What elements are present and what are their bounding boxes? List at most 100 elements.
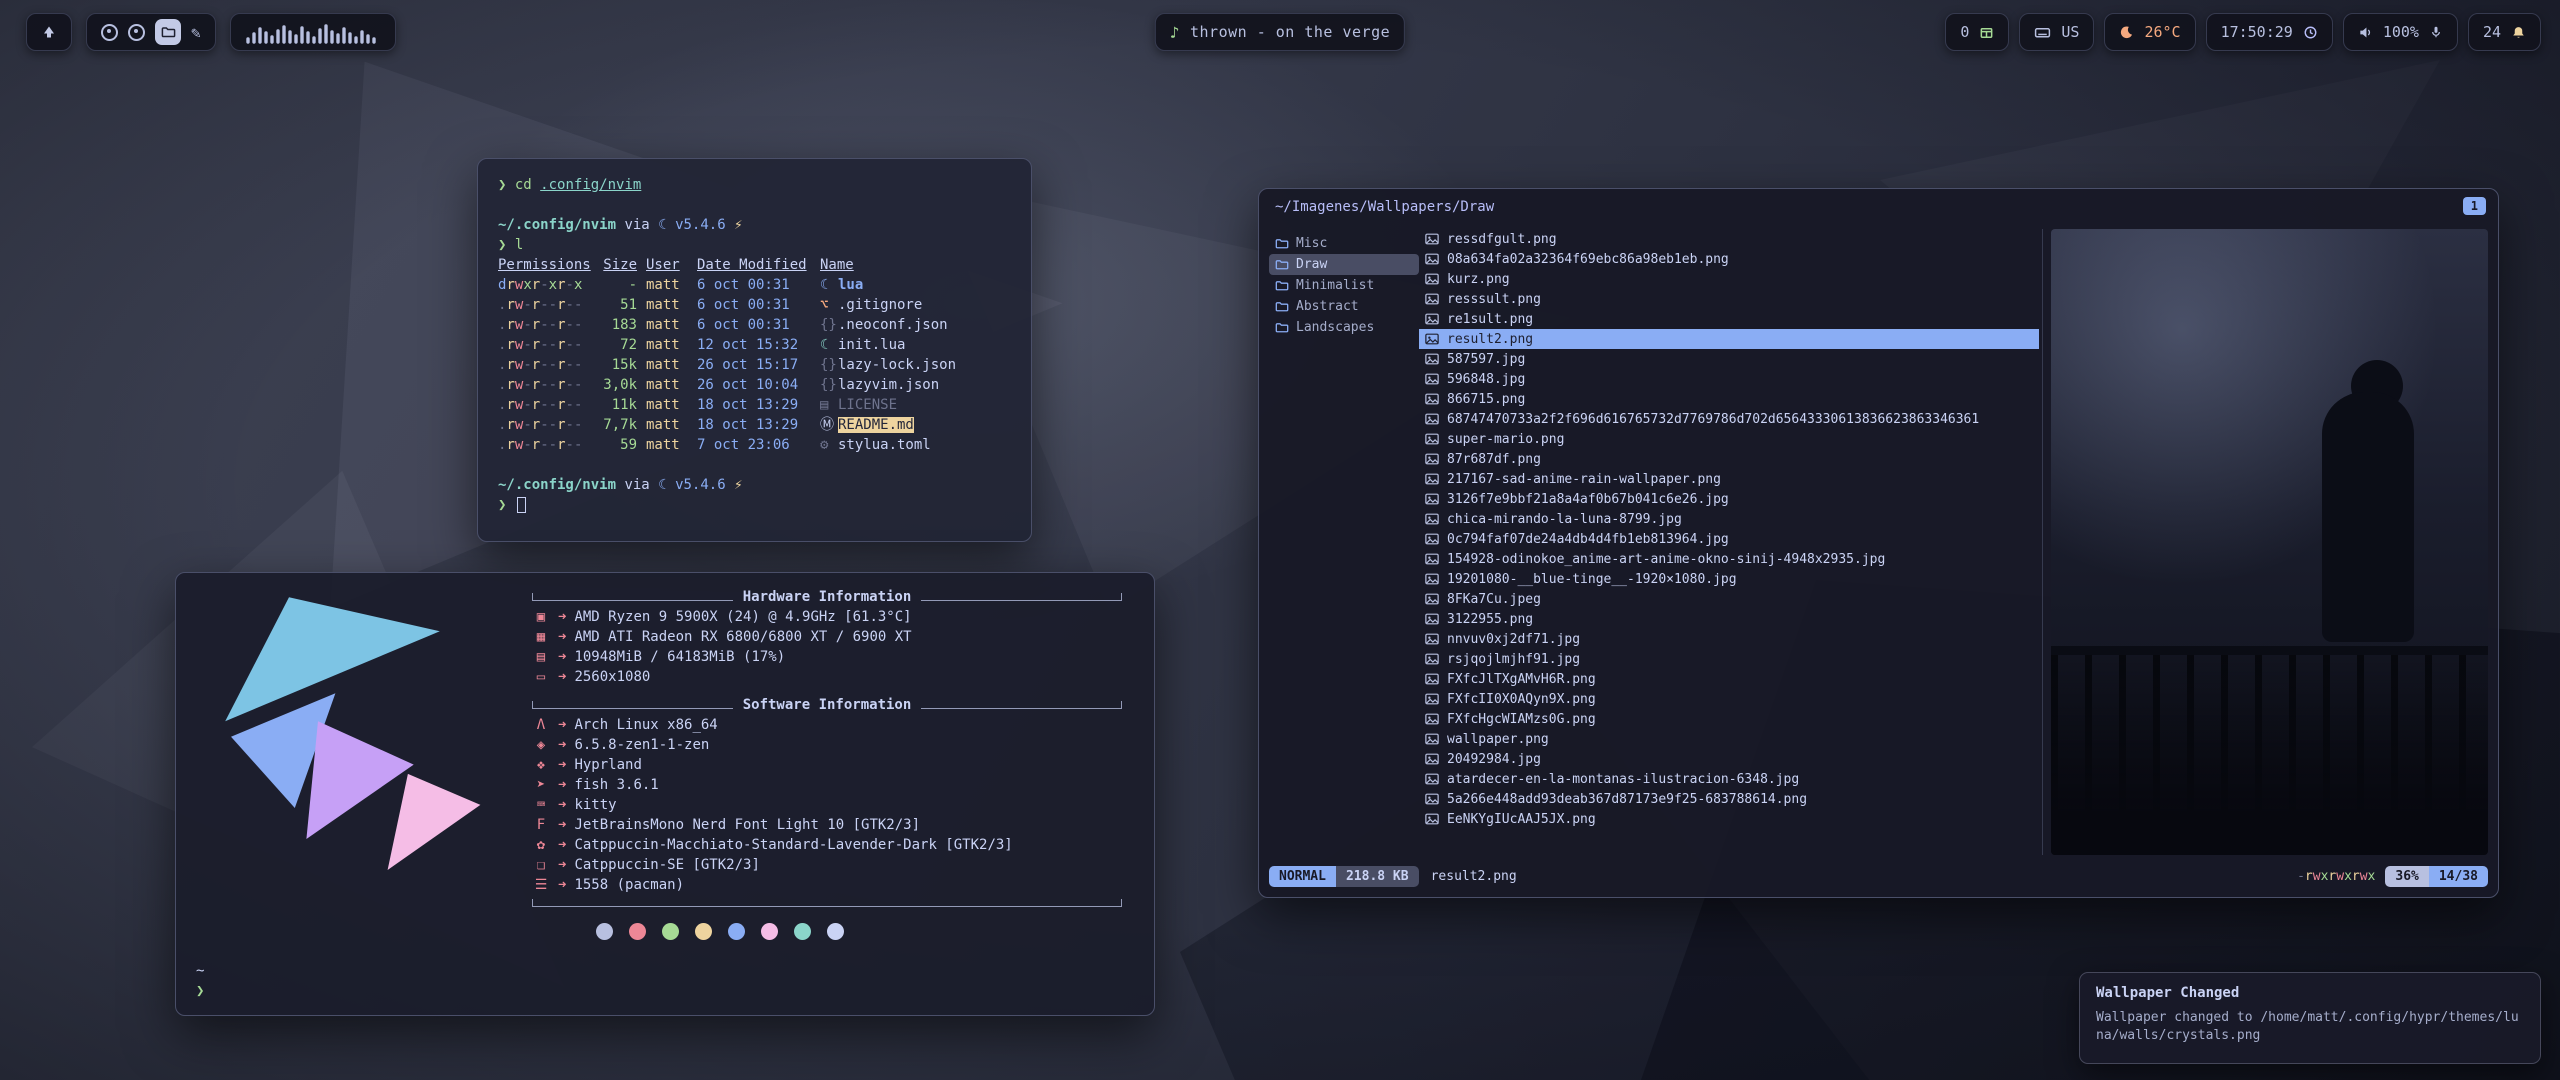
file-row[interactable]: 866715.png: [1419, 389, 2039, 409]
sidebar-folder-landscapes[interactable]: Landscapes: [1269, 317, 1419, 338]
arrow-icon: ➜: [558, 835, 566, 855]
volume-widget[interactable]: 100%: [2343, 13, 2458, 51]
file-row[interactable]: 0c794faf07de24a4db4d4fb1eb813964.jpg: [1419, 529, 2039, 549]
sidebar-folder-draw[interactable]: Draw: [1269, 254, 1419, 275]
tab-indicator[interactable]: 1: [2463, 197, 2486, 215]
packages-icon: ☰: [532, 875, 550, 895]
file-listing-row: .rw-r--r-- 11k matt 18 oct 13:29 ▤LICENS…: [498, 395, 1011, 415]
file-row[interactable]: 87r687df.png: [1419, 449, 2039, 469]
file-row[interactable]: ressdfgult.png: [1419, 229, 2039, 249]
file-name-cell: ⓂREADME.md: [820, 415, 1011, 435]
image-icon: [1425, 352, 1439, 366]
file-row[interactable]: 587597.jpg: [1419, 349, 2039, 369]
file-row[interactable]: 8FKa7Cu.jpeg: [1419, 589, 2039, 609]
file-name: 5a266e448add93deab367d87173e9f25-6837886…: [1447, 792, 1807, 807]
col-header-name: Name: [820, 255, 1011, 275]
file-name: 20492984.jpg: [1447, 752, 1541, 767]
bolt-icon: ⚡: [734, 217, 742, 233]
notification-toast[interactable]: Wallpaper Changed Wallpaper changed to /…: [2079, 972, 2541, 1064]
file-row[interactable]: wallpaper.png: [1419, 729, 2039, 749]
topbar-right: 0 US 26°C 17:50:29 100% 24: [1945, 13, 2541, 51]
notification-title: Wallpaper Changed: [2096, 985, 2524, 1001]
file-row[interactable]: FXfcII0X0AQyn9X.png: [1419, 689, 2039, 709]
file-permissions: .rw-r--r--: [498, 295, 584, 315]
file-size-badge: 218.8 KB: [1336, 866, 1419, 887]
file-row[interactable]: rsjqojlmjhf91.jpg: [1419, 649, 2039, 669]
parent-folder-column: Misc Draw Minimalist Abstract Landscapes: [1269, 229, 1419, 855]
file-name: FXfcJlTXgAMvH6R.png: [1447, 672, 1596, 687]
sidebar-folder-abstract[interactable]: Abstract: [1269, 296, 1419, 317]
updates-widget[interactable]: 0: [1945, 13, 2009, 51]
text-cursor: [517, 497, 526, 513]
workspace-active-files[interactable]: [155, 19, 181, 45]
file-row[interactable]: super-mario.png: [1419, 429, 2039, 449]
clock-widget[interactable]: 17:50:29: [2206, 13, 2333, 51]
file-name: atardecer-en-la-montanas-ilustracion-634…: [1447, 772, 1799, 787]
file-date: 12 oct 15:32: [697, 335, 811, 355]
notifications-widget[interactable]: 24: [2468, 13, 2541, 51]
image-icon: [1425, 592, 1439, 606]
breadcrumb-path: ~/Imagenes/Wallpapers/Draw: [1275, 199, 1494, 215]
arrow-icon: ➜: [558, 647, 566, 667]
shell-input-line[interactable]: ❯: [498, 495, 1011, 515]
image-icon: [1425, 252, 1439, 266]
file-name: chica-mirando-la-luna-8799.jpg: [1447, 512, 1682, 527]
arrow-icon: ➜: [558, 715, 566, 735]
music-widget[interactable]: ♪ thrown - on the verge: [1155, 13, 1405, 51]
file-permissions: .rw-r--r--: [498, 355, 584, 375]
file-name: 3126f7e9bbf21a8a4af0b67b041c6e26.jpg: [1447, 492, 1729, 507]
keyboard-layout-widget[interactable]: US: [2019, 13, 2094, 51]
file-row[interactable]: nnvuv0xj2df71.jpg: [1419, 629, 2039, 649]
file-row[interactable]: re1sult.png: [1419, 309, 2039, 329]
workspace-draw-icon[interactable]: ✎: [191, 23, 201, 42]
file-row[interactable]: 596848.jpg: [1419, 369, 2039, 389]
file-row[interactable]: result2.png: [1419, 329, 2039, 349]
fetch-memory-line: ▤ ➜ 10948MiB / 64183MiB (17%): [532, 647, 1122, 667]
weather-widget[interactable]: 26°C: [2104, 13, 2195, 51]
topbar-left: ✎: [26, 13, 396, 51]
file-row[interactable]: 217167-sad-anime-rain-wallpaper.png: [1419, 469, 2039, 489]
file-row[interactable]: 19201080-__blue-tinge__-1920×1080.jpg: [1419, 569, 2039, 589]
os-icon: Λ: [532, 715, 550, 735]
image-icon: [1425, 712, 1439, 726]
lua-version: v5.4.6: [675, 217, 726, 233]
file-row[interactable]: 3126f7e9bbf21a8a4af0b67b041c6e26.jpg: [1419, 489, 2039, 509]
package-icon: [1979, 25, 1994, 40]
file-row[interactable]: FXfcHgcWIAMzs0G.png: [1419, 709, 2039, 729]
fetch-shell-prompt[interactable]: ~ ❯: [196, 961, 204, 1001]
file-date: 26 oct 15:17: [697, 355, 811, 375]
sidebar-folder-minimalist[interactable]: Minimalist: [1269, 275, 1419, 296]
file-row[interactable]: EeNKYgIUcAAJ5JX.png: [1419, 809, 2039, 829]
file-row[interactable]: 08a634fa02a32364f69ebc86a98eb1eb.png: [1419, 249, 2039, 269]
file-row[interactable]: 5a266e448add93deab367d87173e9f25-6837886…: [1419, 789, 2039, 809]
file-listing-row: .rw-r--r-- 183 matt 6 oct 00:31 {}.neoco…: [498, 315, 1011, 335]
file-name-cell: ▤LICENSE: [820, 395, 1011, 415]
file-row[interactable]: chica-mirando-la-luna-8799.jpg: [1419, 509, 2039, 529]
file-date: 7 oct 23:06: [697, 435, 811, 455]
file-size: 15k: [593, 355, 637, 375]
file-row[interactable]: atardecer-en-la-montanas-ilustracion-634…: [1419, 769, 2039, 789]
workspace-1-icon[interactable]: [101, 24, 118, 41]
palette-dot: [827, 923, 844, 940]
filetype-icon: ⚙: [820, 435, 838, 455]
image-icon: [1425, 632, 1439, 646]
file-name: 08a634fa02a32364f69ebc86a98eb1eb.png: [1447, 252, 1729, 267]
filetype-icon: ▤: [820, 395, 838, 415]
file-row[interactable]: kurz.png: [1419, 269, 2039, 289]
file-name-cell: ☾lua: [820, 275, 1011, 295]
command-cd: cd: [515, 177, 532, 193]
launcher-button[interactable]: [26, 13, 72, 51]
file-row[interactable]: 68747470733a2f2f696d616765732d7769786d70…: [1419, 409, 2039, 429]
file-row[interactable]: resssult.png: [1419, 289, 2039, 309]
file-name: 866715.png: [1447, 392, 1525, 407]
file-row[interactable]: 3122955.png: [1419, 609, 2039, 629]
file-row[interactable]: 20492984.jpg: [1419, 749, 2039, 769]
palette-dot: [761, 923, 778, 940]
file-name: FXfcII0X0AQyn9X.png: [1447, 692, 1596, 707]
file-row[interactable]: FXfcJlTXgAMvH6R.png: [1419, 669, 2039, 689]
file-row[interactable]: 154928-odinokoe_anime-art-anime-okno-sin…: [1419, 549, 2039, 569]
workspace-2-icon[interactable]: [128, 24, 145, 41]
sidebar-folder-misc[interactable]: Misc: [1269, 233, 1419, 254]
file-name: resssult.png: [1447, 292, 1541, 307]
folder-icon: [161, 25, 176, 40]
